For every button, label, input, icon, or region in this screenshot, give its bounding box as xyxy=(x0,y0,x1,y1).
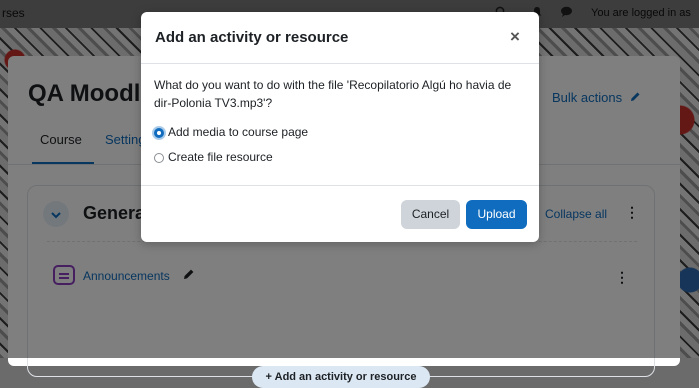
option-create-file-resource[interactable]: Create file resource xyxy=(154,150,273,164)
option-add-media[interactable]: Add media to course page xyxy=(154,125,308,139)
add-activity-modal: Add an activity or resource × What do yo… xyxy=(141,12,539,242)
radio-create-file-resource[interactable] xyxy=(154,153,164,163)
modal-footer: Cancel Upload xyxy=(141,185,539,243)
radio-add-media[interactable] xyxy=(154,128,164,138)
cancel-button[interactable]: Cancel xyxy=(401,200,460,229)
option-create-file-resource-label: Create file resource xyxy=(168,150,273,164)
modal-body: What do you want to do with the file 'Re… xyxy=(154,76,526,164)
modal-question: What do you want to do with the file 'Re… xyxy=(154,78,512,110)
option-add-media-label: Add media to course page xyxy=(168,125,309,139)
upload-button[interactable]: Upload xyxy=(466,200,527,229)
close-icon[interactable]: × xyxy=(510,28,520,46)
modal-header: Add an activity or resource × xyxy=(141,12,539,64)
modal-title: Add an activity or resource xyxy=(155,29,349,46)
add-activity-button[interactable]: + Add an activity or resource xyxy=(252,366,430,388)
